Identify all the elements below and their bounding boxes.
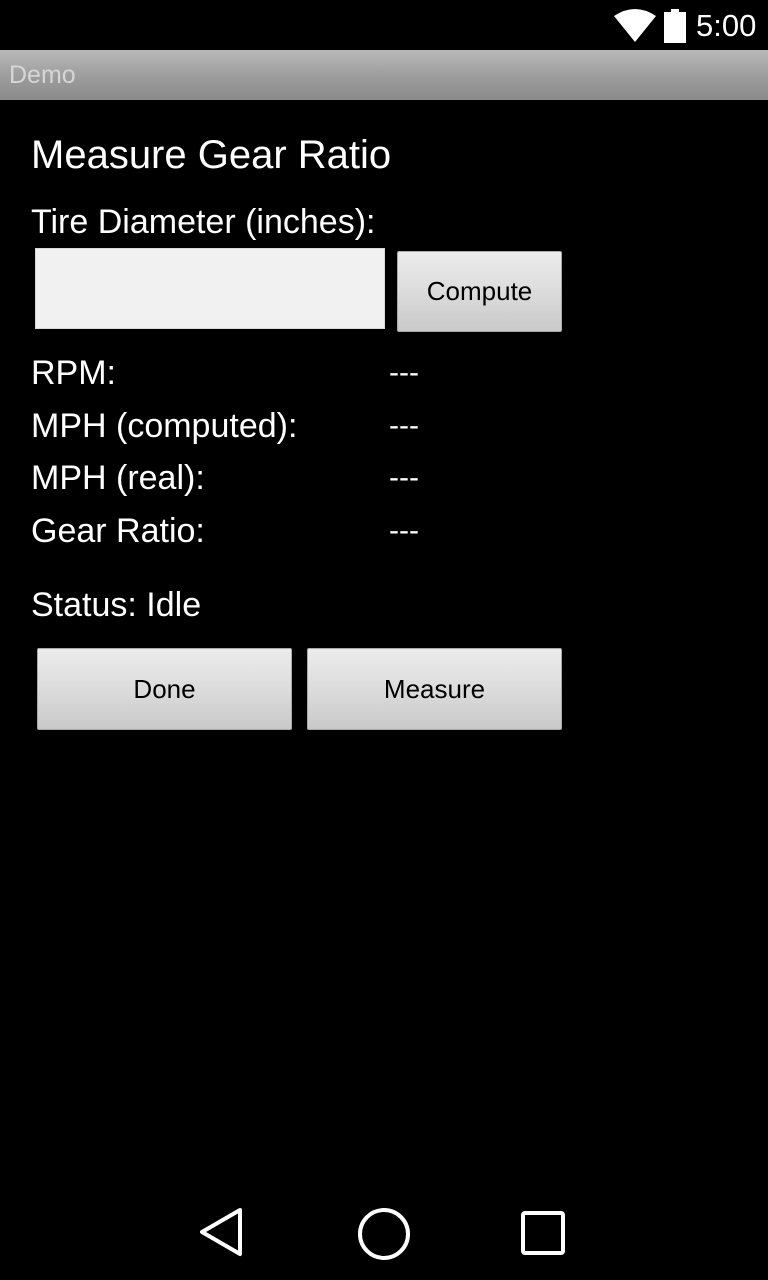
action-bar: Demo — [0, 50, 768, 100]
recent-apps-icon[interactable] — [518, 1208, 568, 1258]
mph-real-label: MPH (real): — [31, 459, 205, 497]
home-icon[interactable] — [356, 1206, 412, 1262]
clock: 5:00 — [696, 8, 757, 43]
tire-diameter-label: Tire Diameter (inches): — [31, 203, 376, 241]
status-bar: 5:00 — [0, 0, 768, 50]
mph-computed-value: --- — [389, 409, 419, 442]
gear-ratio-value: --- — [389, 514, 419, 547]
back-icon[interactable] — [196, 1206, 246, 1258]
wifi-icon — [614, 9, 656, 42]
app-title: Demo — [9, 61, 76, 89]
gear-ratio-label: Gear Ratio: — [31, 512, 205, 550]
status-text: Status: Idle — [31, 586, 202, 624]
navigation-bar — [0, 1184, 768, 1280]
rpm-value: --- — [389, 356, 419, 389]
compute-button[interactable]: Compute — [397, 251, 562, 332]
mph-real-value: --- — [389, 461, 419, 494]
done-button[interactable]: Done — [37, 648, 292, 730]
battery-icon — [664, 9, 686, 43]
mph-computed-label: MPH (computed): — [31, 407, 298, 445]
rpm-label: RPM: — [31, 354, 116, 392]
page-title: Measure Gear Ratio — [31, 133, 392, 177]
app-screen: 5:00 Demo Measure Gear Ratio Tire Diamet… — [0, 0, 768, 1280]
measure-button[interactable]: Measure — [307, 648, 562, 730]
tire-diameter-input[interactable] — [35, 248, 385, 329]
